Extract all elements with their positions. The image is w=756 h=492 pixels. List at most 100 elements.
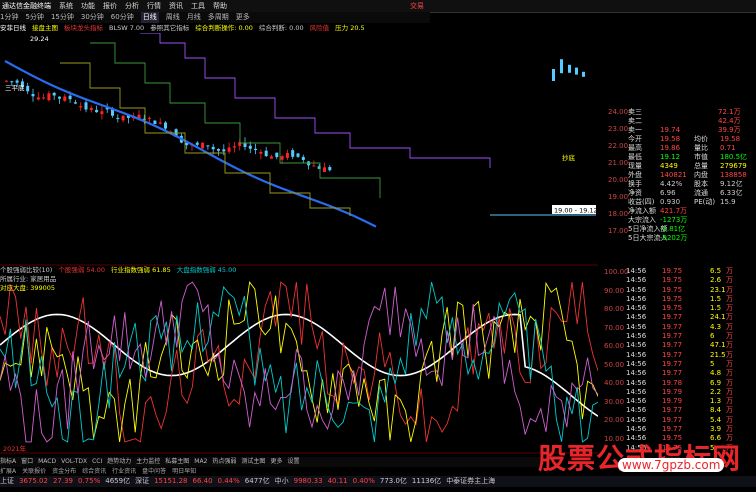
status-item: 0.44% [217,477,240,485]
indicator-tab[interactable]: VOL-TDX [61,458,87,465]
sub-indicator-line [0,281,598,443]
quote-value: 4.42% [660,180,683,188]
indicator-tab[interactable]: 窗口 [21,458,33,465]
candle-body [100,111,104,115]
extension-tab[interactable]: 综合资讯 [82,468,106,475]
timeframe-tab[interactable]: 多周期 [208,12,229,23]
tick-unit: 万 [726,369,733,378]
candle-body [270,156,273,159]
indicator-tab[interactable]: MACD [38,458,56,465]
tick-volume: 2.6 [710,276,722,285]
indicator-label: 参照其它指标 [150,24,190,32]
menu-item[interactable]: 工具 [191,0,205,12]
sub-header-label: 个股强弱比较(10) [0,266,53,274]
menu-item[interactable]: 行情 [147,0,161,12]
timeframe-tab[interactable]: 15分钟 [51,12,74,23]
candle-body [42,97,46,99]
sub-tick-label: 70.00 [604,323,625,332]
quote-label: 卖三 [628,108,642,116]
indicator-tab[interactable]: 指标A [0,458,16,465]
tick-volume: 5.4 [710,415,722,424]
indicator-tab[interactable]: 测试主图 [241,458,265,465]
timeframe-tab[interactable]: 月线 [187,12,201,23]
quote-volume: 42.4万 [718,117,741,125]
indicator-label: 接盘主图 [32,24,58,32]
timeframe-tab[interactable]: 30分钟 [81,12,104,23]
extension-tab[interactable]: 行业资讯 [112,468,136,475]
timeframe-tab[interactable]: 1分钟 [0,12,18,23]
indicator-tab[interactable]: 设置 [287,458,299,465]
menu-item[interactable]: 帮助 [213,0,227,12]
candle-body [79,106,83,108]
timeframe-tab[interactable]: 日线 [140,12,159,23]
stop-line [140,33,491,168]
quote-label: 今开 [628,135,642,143]
tick-unit: 万 [726,267,733,275]
sub-tick-label: 90.00 [604,286,625,295]
candle-body [73,102,77,104]
sub-tick-label: 30.00 [604,397,625,406]
extension-tab[interactable]: 资金分布 [52,468,76,475]
timeframe-tab[interactable]: 更多 [236,12,250,23]
quote-row: 卖二 42.4万 [598,117,756,126]
timeframe-tab[interactable]: 5分钟 [25,12,43,23]
quote-row: 净资 6.96 流通 6.33亿 [598,189,756,198]
indicator-tab[interactable]: 主力监控 [136,458,160,465]
candle-body [84,102,88,110]
tick-unit: 万 [726,378,733,387]
candle-body [31,94,35,97]
extension-tab[interactable]: 关联报价 [22,468,46,475]
indicator-label: BLSW 7.00 [109,24,145,32]
sub-tick-label: 40.00 [604,379,625,387]
status-item: 15151.28 [154,477,188,485]
quote-value-2: 138858 [720,171,747,179]
timeframe-tab[interactable]: 60分钟 [111,12,134,23]
quote-label-2: 市值 [694,153,708,161]
candle-body [164,122,167,129]
indicator-tab[interactable]: 私募主图 [165,458,189,465]
extension-tab[interactable]: 扩展A [0,468,16,475]
candle-body [217,149,220,151]
menu-item[interactable]: 报价 [103,0,117,12]
menu-item[interactable]: 系统 [59,0,73,12]
indicator-tab[interactable]: 趋势动力 [107,458,131,465]
extension-tab[interactable]: 盘中问答 [142,468,166,475]
indicator-tab[interactable]: MA2 [194,458,207,465]
ma-line [4,60,377,228]
sub-indicator-line [0,281,598,443]
quote-value-2: 19.58 [720,135,741,143]
tick-price: 19.75 [662,304,683,313]
indicator-tab[interactable]: 热点强弱 [212,458,236,465]
menu-item[interactable]: 功能 [81,0,95,12]
tick-volume: 3.9 [710,425,722,434]
candle-body [323,167,326,173]
indicator-tab[interactable]: 更多 [270,458,282,465]
candle-body [248,145,252,149]
indicator-label: 压力 20.5 [335,24,365,32]
chart-canvas[interactable]: 19.00 - 19.12 29.24 三平底抄底 2021年 [0,33,598,457]
candle-body [280,156,284,160]
year-label: 2021年 [3,444,27,453]
indicator-tab[interactable]: CCI [92,458,102,465]
status-item: 40.11 [327,477,348,485]
tick-price: 19.77 [662,369,683,378]
timeframe-tab[interactable]: 周线 [166,12,180,23]
tick-volume: 1.5 [710,294,722,303]
extension-tab[interactable]: 明日早知 [172,468,196,475]
tick-price: 19.75 [662,294,683,303]
candle-body [227,147,231,152]
candle-body [254,148,258,151]
trade-button[interactable]: 交易 [410,0,424,12]
tick-unit: 万 [726,387,733,396]
menu-item[interactable]: 分析 [125,0,139,12]
tick-price: 19.75 [662,276,683,285]
status-item: 深证 [135,477,150,485]
tick-volume: 1.3 [710,397,722,406]
quote-value: 19.74 [660,126,681,134]
menu-item[interactable]: 资讯 [169,0,183,12]
quote-value: 19.12 [660,153,681,161]
candle-body [89,107,93,111]
candle-body [568,64,571,73]
tick-price: 19.75 [662,267,683,275]
candle-body [301,156,305,160]
